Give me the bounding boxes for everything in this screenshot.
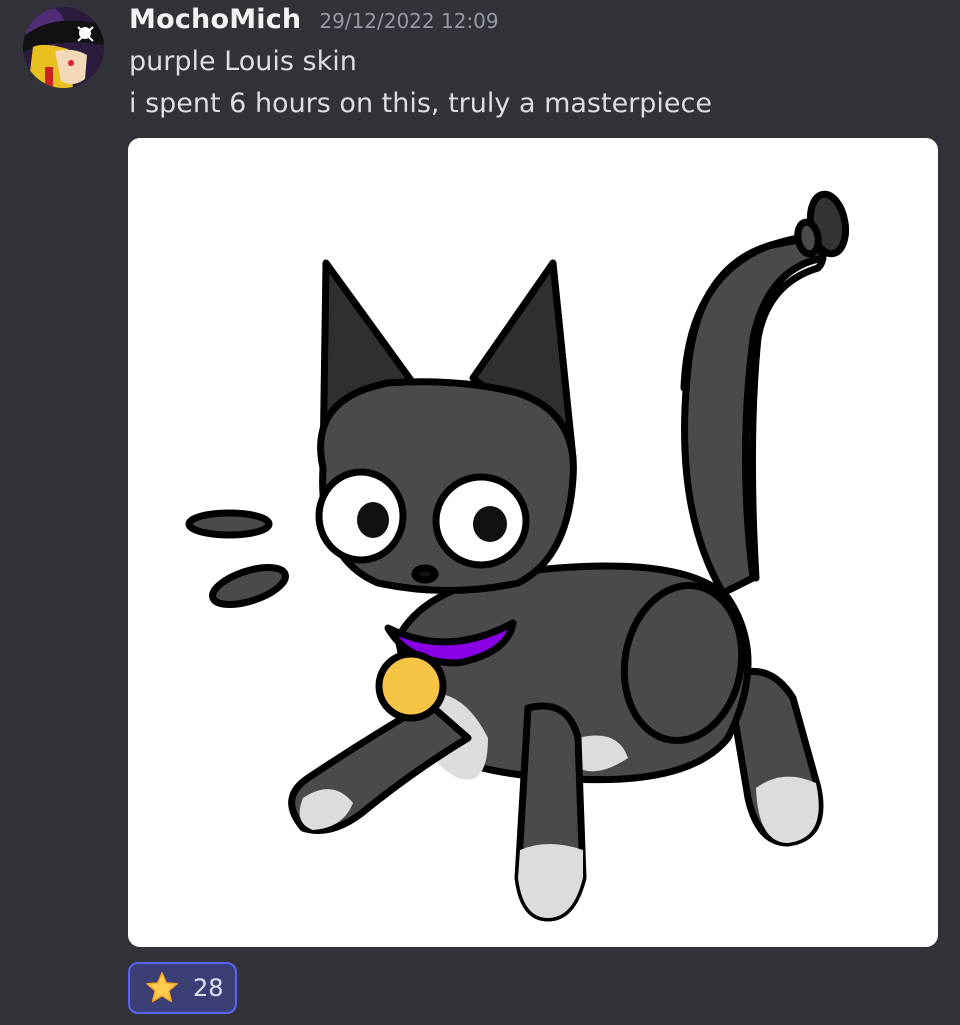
cartoon-cat-image — [185, 190, 850, 922]
image-attachment[interactable] — [128, 138, 938, 947]
message-line: i spent 6 hours on this, truly a masterp… — [129, 88, 712, 119]
user-avatar[interactable] — [23, 7, 104, 88]
chat-message: MochoMich 29/12/2022 12:09 purple Louis … — [0, 0, 960, 1025]
timestamp[interactable]: 29/12/2022 12:09 — [319, 9, 498, 33]
username[interactable]: MochoMich — [129, 4, 301, 35]
message-line: purple Louis skin — [129, 46, 357, 77]
reaction-count: 28 — [193, 974, 224, 1002]
star-icon — [145, 971, 179, 1005]
pirate-avatar-icon — [23, 7, 104, 88]
message-header: MochoMich 29/12/2022 12:09 — [129, 4, 499, 44]
star-reaction-button[interactable]: 28 — [128, 962, 237, 1014]
